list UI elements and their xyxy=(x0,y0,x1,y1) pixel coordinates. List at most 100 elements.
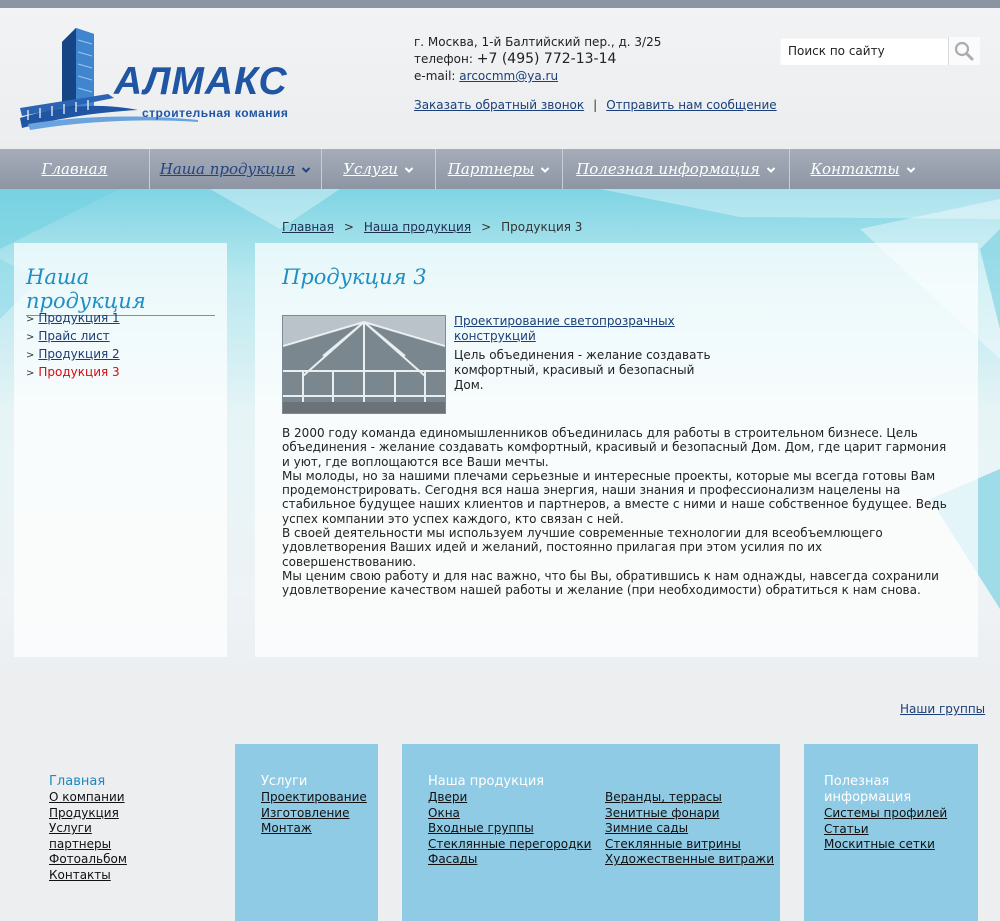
footer-link[interactable]: Фотоальбом xyxy=(49,852,127,866)
footer-link[interactable]: Стеклянные витрины xyxy=(605,837,741,851)
footer-link[interactable]: Веранды, террасы xyxy=(605,790,722,804)
footer-link[interactable]: Проектирование xyxy=(261,790,367,804)
chevron-down-icon xyxy=(766,167,776,173)
breadcrumb-home[interactable]: Главная xyxy=(282,220,334,234)
footer-link[interactable]: Монтаж xyxy=(261,821,312,835)
footer-link[interactable]: Зенитные фонари xyxy=(605,806,719,820)
footer-link[interactable]: Окна xyxy=(428,806,460,820)
send-message-link[interactable]: Отправить нам сообщение xyxy=(606,98,776,112)
main-content: Продукция 3 Проектирование светопрозрачн… xyxy=(255,243,978,657)
header-links: Заказать обратный звонок | Отправить нам с… xyxy=(414,98,777,112)
magnifier-icon xyxy=(954,41,974,61)
teaser-link[interactable]: Проектирование светопрозрачных конструкц… xyxy=(454,314,675,343)
footer-heading-services: Услуги xyxy=(261,774,308,789)
sidebar-item-product-3[interactable]: Продукция 3 xyxy=(38,365,119,379)
footer-list: Двери Окна Входные группы Стеклянные пер… xyxy=(428,790,591,868)
article-body: В 2000 году команда единомышленников объ… xyxy=(282,426,950,598)
callback-link[interactable]: Заказать обратный звонок xyxy=(414,98,584,112)
phone-label: телефон: xyxy=(414,52,473,66)
footer-list: О компании Продукция Услуги партнеры Фот… xyxy=(49,790,127,884)
top-strip xyxy=(0,0,1000,8)
footer-link[interactable]: Двери xyxy=(428,790,467,804)
groups-link-wrap: Наши группы xyxy=(900,702,985,716)
nav-item-partners[interactable]: Партнеры xyxy=(436,149,562,189)
footer-link[interactable]: партнеры xyxy=(49,837,111,851)
footer-link[interactable]: О компании xyxy=(49,790,125,804)
arrow-right-icon: > xyxy=(26,368,35,379)
sidebar-menu: > Продукция 1 > Прайс лист > Продукция 2 > П… xyxy=(26,309,120,381)
logo-tagline: строительная комания xyxy=(142,106,289,120)
chevron-down-icon xyxy=(541,167,550,173)
sidebar-item: > Продукция 3 xyxy=(26,363,120,381)
search-button[interactable] xyxy=(948,37,980,65)
nav-item-products[interactable]: Наша продукция xyxy=(150,149,321,189)
footer-link[interactable]: Статьи xyxy=(824,822,869,836)
sidebar-item: > Продукция 1 xyxy=(26,309,120,327)
search-input[interactable] xyxy=(780,37,948,65)
footer-col-products: Наша продукция Двери Окна Входные группы… xyxy=(402,744,780,921)
footer-link[interactable]: Продукция xyxy=(49,806,119,820)
footer-link[interactable]: Фасады xyxy=(428,852,477,866)
sidebar-item: > Прайс лист xyxy=(26,327,120,345)
nav-label: Услуги xyxy=(343,160,398,178)
footer-list: Системы профилей Статьи Москитные сетки xyxy=(824,806,978,853)
footer-link[interactable]: Москитные сетки xyxy=(824,837,935,851)
footer-heading-main: Главная xyxy=(49,774,106,789)
link-separator: | xyxy=(593,98,598,112)
nav-label: Наша продукция xyxy=(159,160,296,178)
arrow-right-icon: > xyxy=(26,350,35,361)
contact-info: г. Москва, 1-й Балтийский пер., д. 3/25 … xyxy=(414,34,661,85)
nav-label: Контакты xyxy=(810,160,900,178)
sidebar-item-price-list[interactable]: Прайс лист xyxy=(38,329,109,343)
sidebar-item: > Продукция 2 xyxy=(26,345,120,363)
chevron-down-icon xyxy=(404,167,414,173)
paragraph: Мы ценим свою работу и для нас важно, чт… xyxy=(282,568,939,598)
phone-line: телефон: +7 (495) 772-13-14 xyxy=(414,51,661,68)
phone-number: +7 (495) 772-13-14 xyxy=(476,51,617,67)
nav-item-services[interactable]: Услуги xyxy=(322,149,435,189)
footer-list: Проектирование Изготовление Монтаж xyxy=(261,790,367,837)
paragraph: В 2000 году команда единомышленников объ… xyxy=(282,426,947,469)
nav-item-contacts[interactable]: Контакты xyxy=(790,149,936,189)
footer-list: Веранды, террасы Зенитные фонари Зимние … xyxy=(605,790,774,868)
breadcrumb-separator: > xyxy=(481,220,492,234)
page-title: Продукция 3 xyxy=(282,265,427,289)
footer-link[interactable]: Входные группы xyxy=(428,821,534,835)
nav-item-home[interactable]: Главная xyxy=(0,149,149,189)
main-navigation: Главная Наша продукция Услуги Партнеры П… xyxy=(0,149,1000,189)
sidebar: Наша продукция > Продукция 1 > Прайс лист … xyxy=(14,243,227,657)
nav-label: Партнеры xyxy=(447,160,535,178)
sidebar-item-product-2[interactable]: Продукция 2 xyxy=(38,347,119,361)
footer-link[interactable]: Стеклянные перегородки xyxy=(428,837,591,851)
breadcrumb: Главная > Наша продукция > Продукция 3 xyxy=(282,220,582,234)
footer-link[interactable]: Художественные витражи xyxy=(605,852,774,866)
breadcrumb-separator: > xyxy=(343,220,354,234)
address: г. Москва, 1-й Балтийский пер., д. 3/25 xyxy=(414,35,662,49)
glass-structure-image xyxy=(283,316,445,413)
chevron-down-icon xyxy=(906,167,915,173)
search-box xyxy=(780,37,980,65)
footer-link[interactable]: Системы профилей xyxy=(824,806,947,820)
company-logo[interactable]: АЛМАКС строительная комания xyxy=(18,24,308,136)
paragraph: В своей деятельности мы используем лучши… xyxy=(282,526,883,569)
breadcrumb-section[interactable]: Наша продукция xyxy=(364,220,471,234)
site-header: АЛМАКС строительная комания г. Москва, 1… xyxy=(0,8,1000,149)
email-link[interactable]: arcocmm@ya.ru xyxy=(459,69,558,83)
footer-link[interactable]: Изготовление xyxy=(261,806,350,820)
nav-item-useful-info[interactable]: Полезная информация xyxy=(563,149,789,189)
arrow-right-icon: > xyxy=(26,332,35,343)
footer-link[interactable]: Контакты xyxy=(49,868,111,882)
breadcrumb-current: Продукция 3 xyxy=(501,220,583,234)
footer-link[interactable]: Зимние сады xyxy=(605,821,688,835)
product-image[interactable] xyxy=(282,315,446,414)
email-label: e-mail: xyxy=(414,69,456,83)
paragraph: Мы молоды, но за нашими плечами серьезны… xyxy=(282,468,947,526)
our-groups-link[interactable]: Наши группы xyxy=(900,702,985,716)
footer-link[interactable]: Услуги xyxy=(49,821,92,835)
footer-heading-useful-info: Полезная информация xyxy=(824,774,912,805)
sidebar-item-product-1[interactable]: Продукция 1 xyxy=(38,311,119,325)
arrow-right-icon: > xyxy=(26,314,35,325)
footer-heading-products: Наша продукция xyxy=(428,774,545,789)
logo-wordmark: АЛМАКС xyxy=(114,60,288,103)
nav-label: Полезная информация xyxy=(576,160,760,178)
